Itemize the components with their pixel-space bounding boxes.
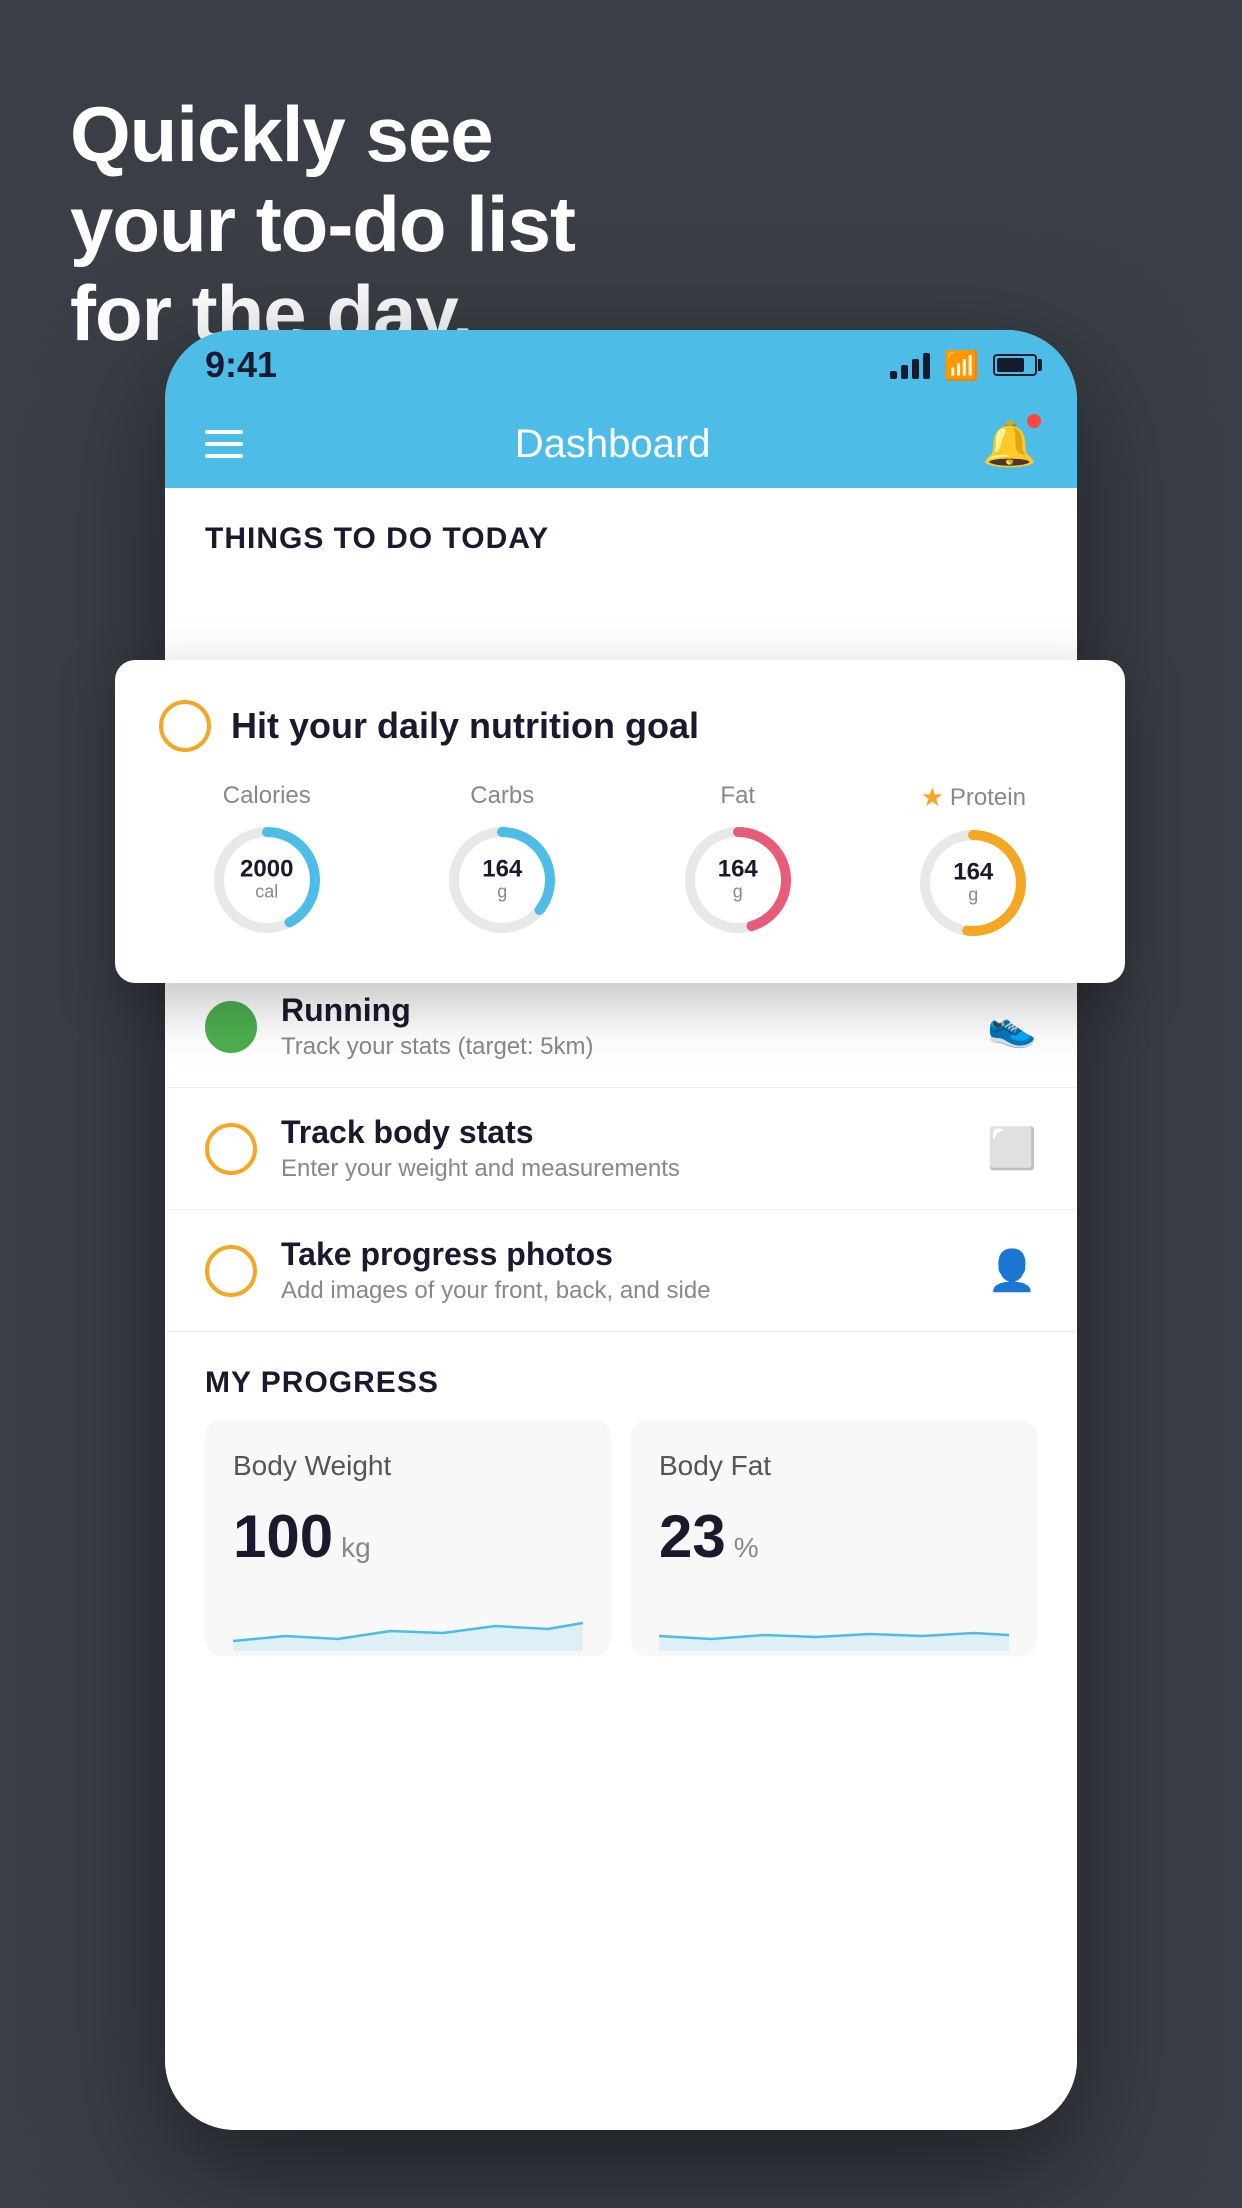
body-fat-card: Body Fat 23 % [631, 1420, 1037, 1656]
protein-donut: 164 g [913, 823, 1033, 943]
calories-label: Calories [223, 782, 311, 810]
todo-checkbox-running[interactable] [205, 1001, 257, 1053]
nutrition-carbs: Carbs 164 g [395, 782, 611, 943]
headline-text: Quickly see your to-do list for the day. [70, 90, 575, 359]
calories-center: 2000 cal [240, 858, 293, 903]
person-photo-icon: 👤 [987, 1247, 1037, 1294]
body-weight-sparkline [233, 1591, 583, 1651]
menu-icon[interactable] [205, 430, 243, 458]
carbs-donut: 164 g [442, 820, 562, 940]
signal-icon [890, 351, 930, 379]
notification-dot [1027, 414, 1041, 428]
nutrition-checkbox[interactable] [159, 700, 211, 752]
todo-text-body-stats: Track body stats Enter your weight and m… [281, 1114, 963, 1183]
progress-grid: Body Weight 100 kg Body Fat 23 % [165, 1420, 1077, 1696]
todo-text-photos: Take progress photos Add images of your … [281, 1236, 963, 1305]
carbs-label: Carbs [470, 782, 534, 810]
body-fat-value: 23 % [659, 1502, 1009, 1571]
carbs-center: 164 g [482, 858, 522, 903]
todo-checkbox-body-stats[interactable] [205, 1123, 257, 1175]
status-icons: 📶 [890, 349, 1037, 382]
nav-bar: Dashboard 🔔 [165, 400, 1077, 488]
nutrition-protein: ★ Protein 164 g [866, 782, 1082, 943]
todo-text-running: Running Track your stats (target: 5km) [281, 992, 963, 1061]
scale-icon: ⬜ [987, 1125, 1037, 1172]
nutrition-card-title: Hit your daily nutrition goal [231, 705, 699, 747]
progress-section: MY PROGRESS [165, 1332, 1077, 1420]
nutrition-grid: Calories 2000 cal Carbs [159, 782, 1081, 943]
body-fat-label: Body Fat [659, 1450, 1009, 1482]
todo-item-body-stats[interactable]: Track body stats Enter your weight and m… [165, 1088, 1077, 1210]
things-title: THINGS TO DO TODAY [205, 522, 549, 555]
todo-item-photos[interactable]: Take progress photos Add images of your … [165, 1210, 1077, 1332]
wifi-icon: 📶 [944, 349, 979, 382]
body-weight-label: Body Weight [233, 1450, 583, 1482]
body-fat-sparkline [659, 1591, 1009, 1651]
todo-checkbox-photos[interactable] [205, 1245, 257, 1297]
protein-label: ★ Protein [921, 782, 1026, 813]
fat-donut: 164 g [678, 820, 798, 940]
notification-bell-icon[interactable]: 🔔 [982, 418, 1037, 470]
nutrition-fat: Fat 164 g [630, 782, 846, 943]
running-shoe-icon: 👟 [987, 1003, 1037, 1050]
body-weight-card: Body Weight 100 kg [205, 1420, 611, 1656]
todo-item-running[interactable]: Running Track your stats (target: 5km) 👟 [165, 966, 1077, 1088]
battery-icon [993, 354, 1037, 376]
fat-label: Fat [720, 782, 755, 810]
things-section-header: THINGS TO DO TODAY [165, 488, 1077, 576]
nav-title: Dashboard [515, 422, 711, 467]
status-time: 9:41 [205, 344, 277, 386]
nutrition-card: Hit your daily nutrition goal Calories 2… [115, 660, 1125, 983]
fat-center: 164 g [718, 858, 758, 903]
star-icon: ★ [921, 782, 944, 813]
body-weight-value: 100 kg [233, 1502, 583, 1571]
progress-title: MY PROGRESS [205, 1366, 439, 1399]
calories-donut: 2000 cal [207, 820, 327, 940]
nutrition-calories: Calories 2000 cal [159, 782, 375, 943]
card-header: Hit your daily nutrition goal [159, 700, 1081, 752]
protein-center: 164 g [953, 861, 993, 906]
status-bar: 9:41 📶 [165, 330, 1077, 400]
todo-list: Running Track your stats (target: 5km) 👟… [165, 966, 1077, 1332]
phone-frame: 9:41 📶 Dashboard 🔔 [165, 330, 1077, 2130]
